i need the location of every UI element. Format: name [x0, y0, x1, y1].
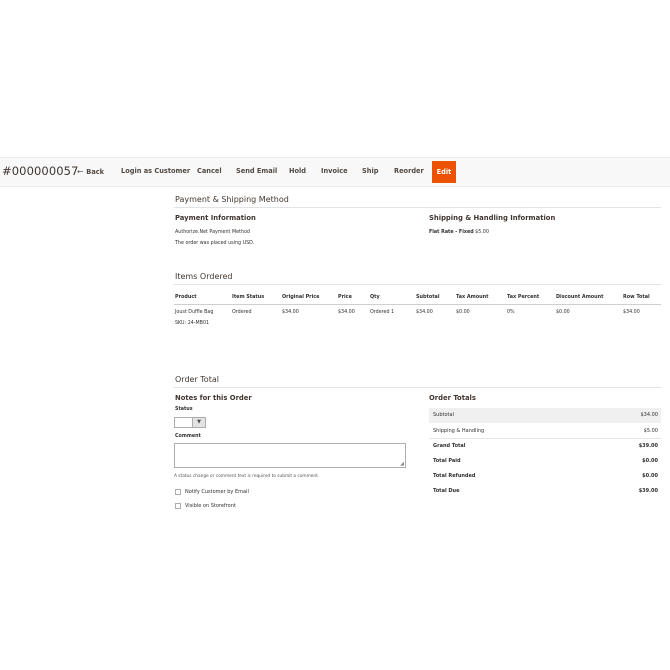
original-price-cell: $34.00 — [282, 310, 299, 315]
totals-row-total-due: Total Due $39.00 — [429, 484, 661, 499]
shipping-handling-value: $5.00 — [643, 428, 658, 434]
currency-note-text: The order was placed using USD. — [175, 241, 255, 246]
discount-amount-cell: $0.00 — [556, 310, 570, 315]
status-label: Status — [175, 407, 193, 412]
order-total-section-title: Order Total — [175, 375, 219, 384]
column-header-qty: Qty — [370, 294, 380, 300]
total-due-label: Total Due — [433, 488, 460, 494]
column-header-product: Product — [175, 294, 197, 300]
send-email-button[interactable]: Send Email — [236, 167, 277, 175]
price-cell: $34.00 — [338, 310, 355, 315]
invoice-button[interactable]: Invoice — [321, 167, 348, 175]
order-number-title: #000000057 — [2, 164, 79, 178]
comment-textarea[interactable]: ◢ — [174, 443, 406, 468]
totals-row-shipping: Shipping & Handling $5.00 — [429, 424, 661, 439]
order-toolbar: #000000057 ← Back Login as Customer Cance… — [0, 157, 670, 187]
payment-information-title: Payment Information — [175, 214, 256, 222]
edit-button[interactable]: Edit — [432, 161, 456, 183]
comment-label: Comment — [175, 434, 201, 439]
table-header-divider — [174, 304, 661, 305]
items-ordered-section-title: Items Ordered — [175, 272, 233, 281]
ship-button[interactable]: Ship — [362, 167, 378, 175]
column-header-item-status: Item Status — [232, 294, 265, 300]
totals-row-grand-total: Grand Total $39.00 — [429, 439, 661, 454]
grand-total-label: Grand Total — [433, 443, 466, 449]
column-header-tax-amount: Tax Amount — [456, 294, 489, 300]
section-divider — [174, 387, 661, 388]
section-divider — [174, 284, 661, 285]
shipping-method-text: Flat Rate - Fixed $5.00 — [429, 230, 489, 235]
column-header-row-total: Row Total — [623, 294, 650, 300]
resize-handle-icon[interactable]: ◢ — [400, 461, 404, 467]
cancel-order-button[interactable]: Cancel — [197, 167, 222, 175]
order-totals-title: Order Totals — [429, 394, 476, 402]
column-header-discount-amount: Discount Amount — [556, 294, 604, 300]
section-divider — [174, 207, 661, 208]
hold-button[interactable]: Hold — [289, 167, 306, 175]
total-refunded-value: $0.00 — [642, 473, 658, 479]
shipping-handling-title: Shipping & Handling Information — [429, 214, 556, 222]
shipping-handling-label: Shipping & Handling — [433, 428, 485, 434]
total-paid-value: $0.00 — [642, 458, 658, 464]
chevron-down-icon: ▼ — [192, 418, 205, 427]
reorder-button[interactable]: Reorder — [394, 167, 424, 175]
tax-amount-cell: $0.00 — [456, 310, 470, 315]
subtotal-cell: $34.00 — [416, 310, 433, 315]
qty-cell: Ordered 1 — [370, 310, 395, 315]
shipping-method-price: $5.00 — [475, 230, 489, 235]
visible-on-storefront-checkbox[interactable] — [175, 503, 181, 509]
total-refunded-label: Total Refunded — [433, 473, 476, 479]
column-header-subtotal: Subtotal — [416, 294, 440, 300]
login-as-customer-button[interactable]: Login as Customer — [121, 167, 190, 175]
shipping-method-name: Flat Rate - Fixed — [429, 230, 474, 235]
subtotal-value: $34.00 — [640, 412, 659, 418]
totals-row-total-refunded: Total Refunded $0.00 — [429, 469, 661, 484]
item-status-cell: Ordered — [232, 310, 252, 315]
subtotal-label: Subtotal — [433, 412, 454, 418]
grand-total-value: $39.00 — [638, 443, 658, 449]
product-sku: SKU: 24-MB01 — [175, 321, 210, 326]
notify-customer-label: Notify Customer by Email — [185, 489, 249, 495]
row-total-cell: $34.00 — [623, 310, 640, 315]
comment-hint-text: A status change or comment text is requi… — [174, 474, 320, 479]
total-paid-label: Total Paid — [433, 458, 461, 464]
notes-for-order-title: Notes for this Order — [175, 394, 252, 402]
column-header-original-price: Original Price — [282, 294, 320, 300]
notify-customer-checkbox[interactable] — [175, 489, 181, 495]
product-name-link[interactable]: Joust Duffle Bag — [175, 310, 213, 315]
totals-row-total-paid: Total Paid $0.00 — [429, 454, 661, 469]
column-header-price: Price — [338, 294, 352, 300]
back-label: Back — [86, 168, 105, 176]
status-select[interactable]: ▼ — [174, 417, 206, 428]
total-due-value: $39.00 — [638, 488, 658, 494]
visible-on-storefront-label: Visible on Storefront — [185, 503, 236, 509]
tax-percent-cell: 0% — [507, 310, 515, 315]
payment-shipping-section-title: Payment & Shipping Method — [175, 195, 289, 204]
totals-row-subtotal: Subtotal $34.00 — [429, 408, 661, 423]
arrow-left-icon: ← — [77, 167, 84, 176]
column-header-tax-percent: Tax Percent — [507, 294, 540, 300]
payment-method-text: Authorize.Net Payment Method — [175, 230, 250, 235]
back-button[interactable]: ← Back — [77, 167, 104, 176]
